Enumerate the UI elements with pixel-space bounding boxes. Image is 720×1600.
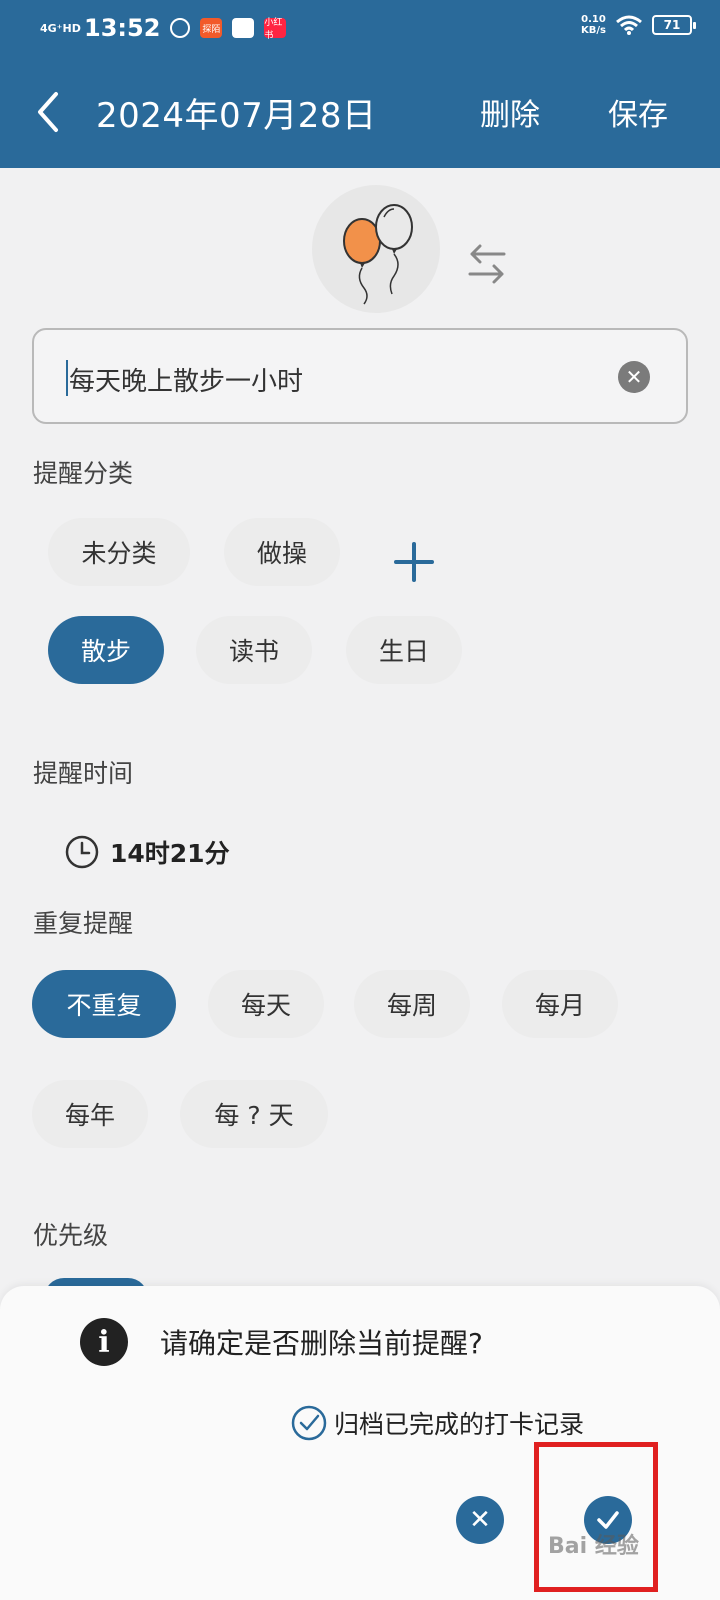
add-category-icon[interactable]: [392, 540, 436, 584]
check-circle-icon[interactable]: [290, 1404, 328, 1442]
text-cursor: [66, 360, 68, 396]
repeat-chip-yearly[interactable]: 每年: [32, 1080, 148, 1148]
status-app-3: [232, 18, 255, 38]
repeat-chip-monthly[interactable]: 每月: [502, 970, 618, 1038]
balloons-icon: [343, 204, 413, 305]
battery-indicator: 71: [652, 15, 696, 35]
repeat-chip-weekly[interactable]: 每周: [354, 970, 470, 1038]
repeat-chip-none[interactable]: 不重复: [32, 970, 176, 1038]
category-label: 提醒分类: [33, 459, 134, 488]
cancel-button[interactable]: ✕: [456, 1496, 504, 1544]
clock-icon: [65, 835, 99, 869]
speed-unit: KB/s: [581, 25, 606, 36]
repeat-chip-daily[interactable]: 每天: [208, 970, 324, 1038]
priority-label: 优先级: [33, 1221, 109, 1250]
category-chip-uncategorized[interactable]: 未分类: [48, 518, 190, 586]
status-app-1: [170, 18, 191, 38]
time-label: 提醒时间: [33, 759, 134, 788]
highlight-annotation: [534, 1442, 658, 1592]
reminder-title-value: 每天晚上散步一小时: [69, 367, 304, 397]
wifi-icon: [616, 15, 642, 35]
status-time: 13:52: [84, 14, 161, 42]
clear-input-button[interactable]: ✕: [618, 361, 650, 393]
category-chip-walk[interactable]: 散步: [48, 616, 164, 684]
status-app-2: 探陌: [200, 18, 223, 38]
dialog-message: 请确定是否删除当前提醒?: [160, 1327, 483, 1360]
category-chip-exercise[interactable]: 做操: [224, 518, 340, 586]
watermark: Bai 经验: [548, 1534, 639, 1559]
time-value: 14时21分: [110, 839, 230, 868]
reminder-icon-picker[interactable]: [312, 185, 440, 313]
back-arrow-icon[interactable]: [30, 88, 70, 136]
archive-label: 归档已完成的打卡记录: [334, 1410, 585, 1439]
app-header: 4G⁺HD 13:52 探陌 小红书 0.10 KB/s 71 2024年07月…: [0, 0, 720, 168]
speed-value: 0.10: [581, 14, 606, 25]
save-button[interactable]: 保存: [608, 90, 668, 134]
network-indicator: 4G⁺HD: [40, 21, 81, 35]
swap-icon[interactable]: [464, 238, 510, 290]
status-bar: 4G⁺HD 13:52 探陌 小红书 0.10 KB/s 71: [0, 0, 720, 58]
status-app-4: 小红书: [264, 18, 287, 41]
reminder-title-input[interactable]: 每天晚上散步一小时 ✕: [32, 328, 688, 424]
info-icon: i: [80, 1318, 128, 1366]
page-title: 2024年07月28日: [96, 96, 377, 136]
time-selector[interactable]: 14时21分: [64, 834, 230, 870]
repeat-label: 重复提醒: [33, 909, 134, 938]
delete-button[interactable]: 删除: [480, 90, 540, 134]
category-chip-reading[interactable]: 读书: [196, 616, 312, 684]
network-speed: 0.10 KB/s: [581, 14, 606, 36]
category-chip-birthday[interactable]: 生日: [346, 616, 462, 684]
archive-checkbox-row[interactable]: 归档已完成的打卡记录: [290, 1404, 584, 1442]
repeat-chip-every-n-days[interactable]: 每 ? 天: [180, 1080, 328, 1148]
